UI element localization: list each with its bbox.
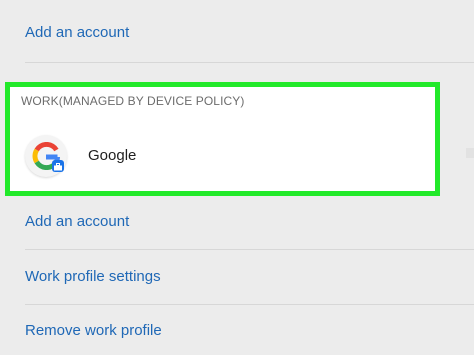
divider — [25, 304, 474, 305]
briefcase-icon — [52, 160, 64, 172]
remove-work-profile-link[interactable]: Remove work profile — [25, 321, 162, 341]
work-profile-settings-link[interactable]: Work profile settings — [25, 267, 161, 287]
divider — [25, 249, 474, 250]
divider — [25, 62, 474, 63]
edge-overflow-indicator — [466, 148, 474, 158]
add-account-link-top[interactable]: Add an account — [25, 23, 129, 43]
work-account-section: WORK(MANAGED BY DEVICE POLICY) Google — [5, 82, 440, 196]
account-name: Google — [88, 147, 137, 164]
google-account-avatar — [25, 135, 67, 177]
add-account-link[interactable]: Add an account — [25, 212, 129, 232]
google-account-row[interactable]: Google — [10, 132, 435, 182]
section-header-work: WORK(MANAGED BY DEVICE POLICY) — [21, 94, 245, 108]
